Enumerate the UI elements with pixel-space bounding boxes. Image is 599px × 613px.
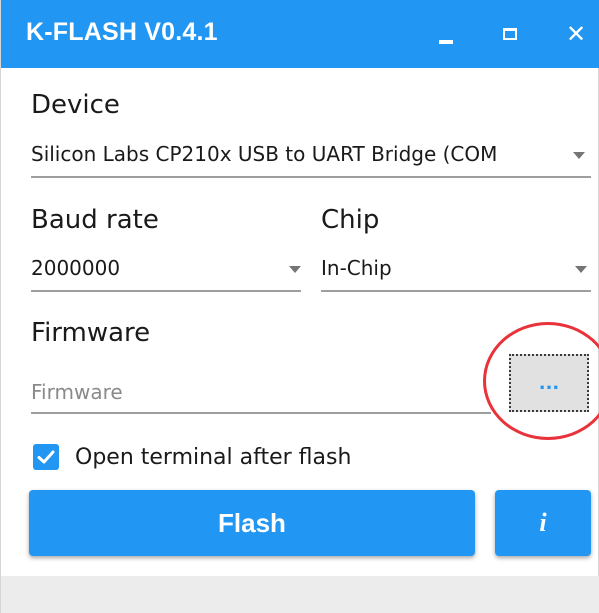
minimize-icon	[439, 40, 453, 44]
close-icon: ✕	[565, 20, 587, 48]
maximize-button[interactable]	[483, 0, 537, 68]
chevron-down-icon	[573, 152, 585, 159]
open-terminal-checkbox[interactable]	[33, 444, 59, 470]
status-footer	[1, 576, 599, 613]
baud-rate-label: Baud rate	[31, 205, 159, 235]
info-icon: i	[539, 508, 547, 537]
title-bar[interactable]: K-FLASH V0.4.1 ✕	[1, 0, 599, 68]
flash-button[interactable]: Flash	[29, 490, 475, 556]
k-flash-window: K-FLASH V0.4.1 ✕ Device Silicon Labs CP2…	[0, 0, 599, 613]
browse-button-label: ...	[538, 372, 560, 394]
open-terminal-label: Open terminal after flash	[75, 444, 352, 470]
browse-firmware-button[interactable]: ...	[509, 354, 589, 412]
firmware-input[interactable]	[31, 372, 491, 414]
info-button[interactable]: i	[495, 490, 591, 556]
chevron-down-icon	[289, 266, 301, 273]
flash-button-label: Flash	[218, 507, 286, 538]
maximize-icon	[503, 28, 517, 40]
chevron-down-icon	[575, 266, 587, 273]
baud-rate-select[interactable]: 2000000	[31, 252, 301, 292]
close-button[interactable]: ✕	[549, 0, 599, 68]
device-select-value: Silicon Labs CP210x USB to UART Bridge (…	[31, 142, 498, 166]
chip-label: Chip	[321, 205, 380, 235]
baud-rate-select-value: 2000000	[31, 256, 121, 280]
chip-select-value: In-Chip	[321, 256, 392, 280]
app-title: K-FLASH V0.4.1	[26, 18, 218, 46]
device-select[interactable]: Silicon Labs CP210x USB to UART Bridge (…	[31, 138, 591, 178]
device-label: Device	[31, 90, 120, 120]
checkmark-icon	[37, 450, 55, 464]
minimize-button[interactable]	[419, 0, 473, 68]
chip-select[interactable]: In-Chip	[321, 252, 591, 292]
firmware-label: Firmware	[31, 318, 151, 348]
open-terminal-option[interactable]: Open terminal after flash	[33, 442, 351, 472]
